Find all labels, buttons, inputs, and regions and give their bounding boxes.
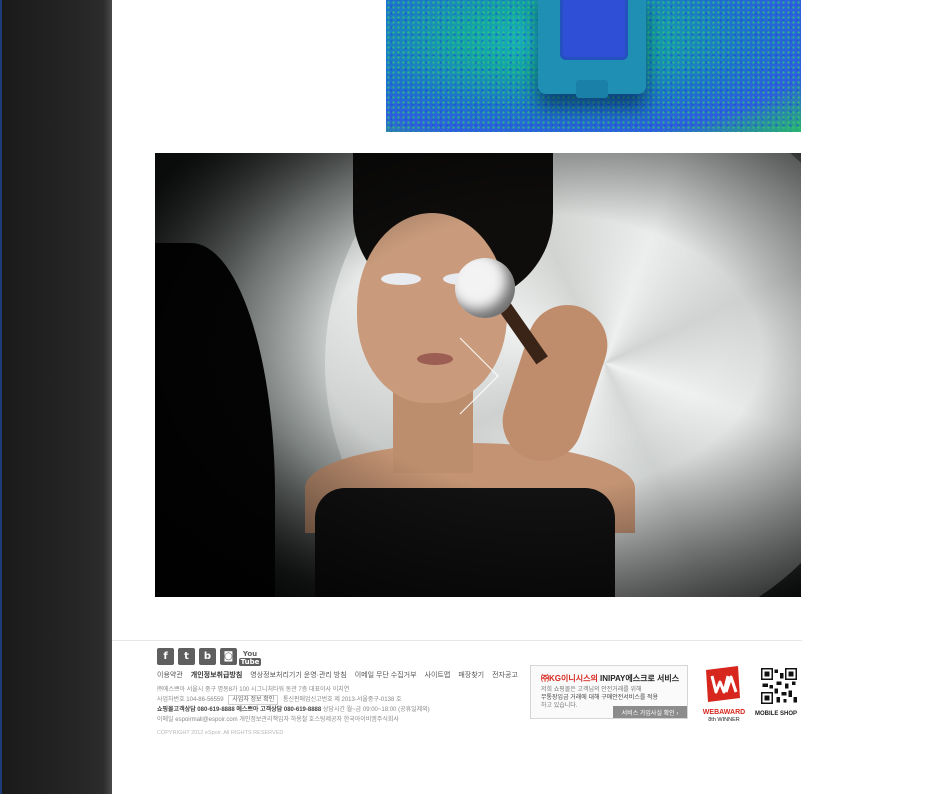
mobile-shop-qr[interactable]: MOBILE SHOP xyxy=(755,668,801,720)
page: f t b ◙ You Tube 이용약관 개인정보취급방침 영상정보처리기기 … xyxy=(0,0,931,794)
blog-icon[interactable]: b xyxy=(199,648,216,665)
webaward-badge[interactable]: WEBAWARD 8th WINNER xyxy=(702,664,746,723)
inipay-service: INIPAY에스크로 서비스 xyxy=(597,674,680,683)
info-line-business: 사업자번호 104-86-56559 사업자 정보 확인 통신판매업신고번호 제… xyxy=(157,695,527,705)
product-image-compact xyxy=(386,0,801,132)
info-line-address: ㈜에스쁘아 서울시 중구 명동8가 100 시그니처타워 동관 7층 대표이사 … xyxy=(157,687,350,693)
youtube-bottom: Tube xyxy=(238,657,262,666)
company-info: ㈜에스쁘아 서울시 중구 명동8가 100 시그니처타워 동관 7층 대표이사 … xyxy=(157,685,527,725)
webaward-logo-icon xyxy=(706,666,740,702)
brand-cs-phone: 에스쁘아 고객상담 080-619-8888 xyxy=(236,707,322,713)
webaward-title: WEBAWARD xyxy=(702,709,746,716)
eyeshadow-compact xyxy=(538,0,646,98)
link-terms[interactable]: 이용약관 xyxy=(157,670,183,680)
inipay-verify-button[interactable]: 서비스 가입사실 확인 › xyxy=(613,706,687,718)
inipay-heading: ㈜KG이니시스의 INIPAY에스크로 서비스 xyxy=(541,673,679,684)
inipay-desc-line1: 저희 쇼핑몰은 고객님의 안전거래를 위해 xyxy=(541,687,642,693)
social-links: f t b ◙ You Tube xyxy=(157,648,262,667)
link-public-notice[interactable]: 전자공고 xyxy=(492,670,518,680)
webaward-subtitle: 8th WINNER xyxy=(708,717,740,723)
mail-order-number: 통신판매업신고번호 제 2013-서울중구-0138 호 xyxy=(282,697,402,703)
facebook-icon[interactable]: f xyxy=(157,648,174,665)
twitter-icon[interactable]: t xyxy=(178,648,195,665)
eyeshadow-pan xyxy=(560,0,628,60)
footer-divider xyxy=(112,640,802,641)
youtube-icon[interactable]: You Tube xyxy=(238,648,262,667)
info-line-contact: 쇼핑몰고객상담 080-619-8888 에스쁘아 고객상담 080-619-8… xyxy=(157,705,527,715)
link-store-finder[interactable]: 매장찾기 xyxy=(458,670,484,680)
inipay-desc-line2: 무통장입금 거래에 대해 구매안전서비스를 적용 xyxy=(541,695,659,701)
info-line-email: 이메일 espoirmall@espoir.com 개인정보관리책임자 하용철 … xyxy=(157,717,399,723)
compact-tab xyxy=(576,80,608,98)
business-number: 사업자번호 104-86-56559 xyxy=(157,697,224,703)
cs-hours: 상담시간 월~금 09:00~18:00 (공휴일제외) xyxy=(322,707,430,713)
business-info-check-button[interactable]: 사업자 정보 확인 xyxy=(228,695,279,705)
sidebar xyxy=(0,0,112,794)
inipay-company: ㈜KG이니시스의 xyxy=(541,674,598,683)
mobile-shop-label: MOBILE SHOP xyxy=(755,711,798,717)
mall-cs-phone: 쇼핑몰고객상담 080-619-8888 xyxy=(157,707,235,713)
copyright: COPYRIGHT 2012 eSpoir. All RIGHTS RESERV… xyxy=(157,730,284,736)
qr-code-icon xyxy=(761,668,797,704)
youtube-top: You xyxy=(242,649,258,658)
instagram-icon[interactable]: ◙ xyxy=(220,648,237,665)
link-sitemap[interactable]: 사이트맵 xyxy=(425,670,451,680)
inipay-escrow-box: ㈜KG이니시스의 INIPAY에스크로 서비스 저희 쇼핑몰은 고객님의 안전거… xyxy=(530,665,688,719)
link-cctv-policy[interactable]: 영상정보처리기기 운영·관리 방침 xyxy=(250,670,346,680)
link-email-refusal[interactable]: 이메일 무단 수집거부 xyxy=(355,670,417,680)
next-slide-arrow-icon[interactable] xyxy=(456,336,502,416)
link-privacy[interactable]: 개인정보취급방침 xyxy=(191,670,243,680)
footer-links: 이용약관 개인정보취급방침 영상정보처리기기 운영·관리 방침 이메일 무단 수… xyxy=(157,670,518,680)
